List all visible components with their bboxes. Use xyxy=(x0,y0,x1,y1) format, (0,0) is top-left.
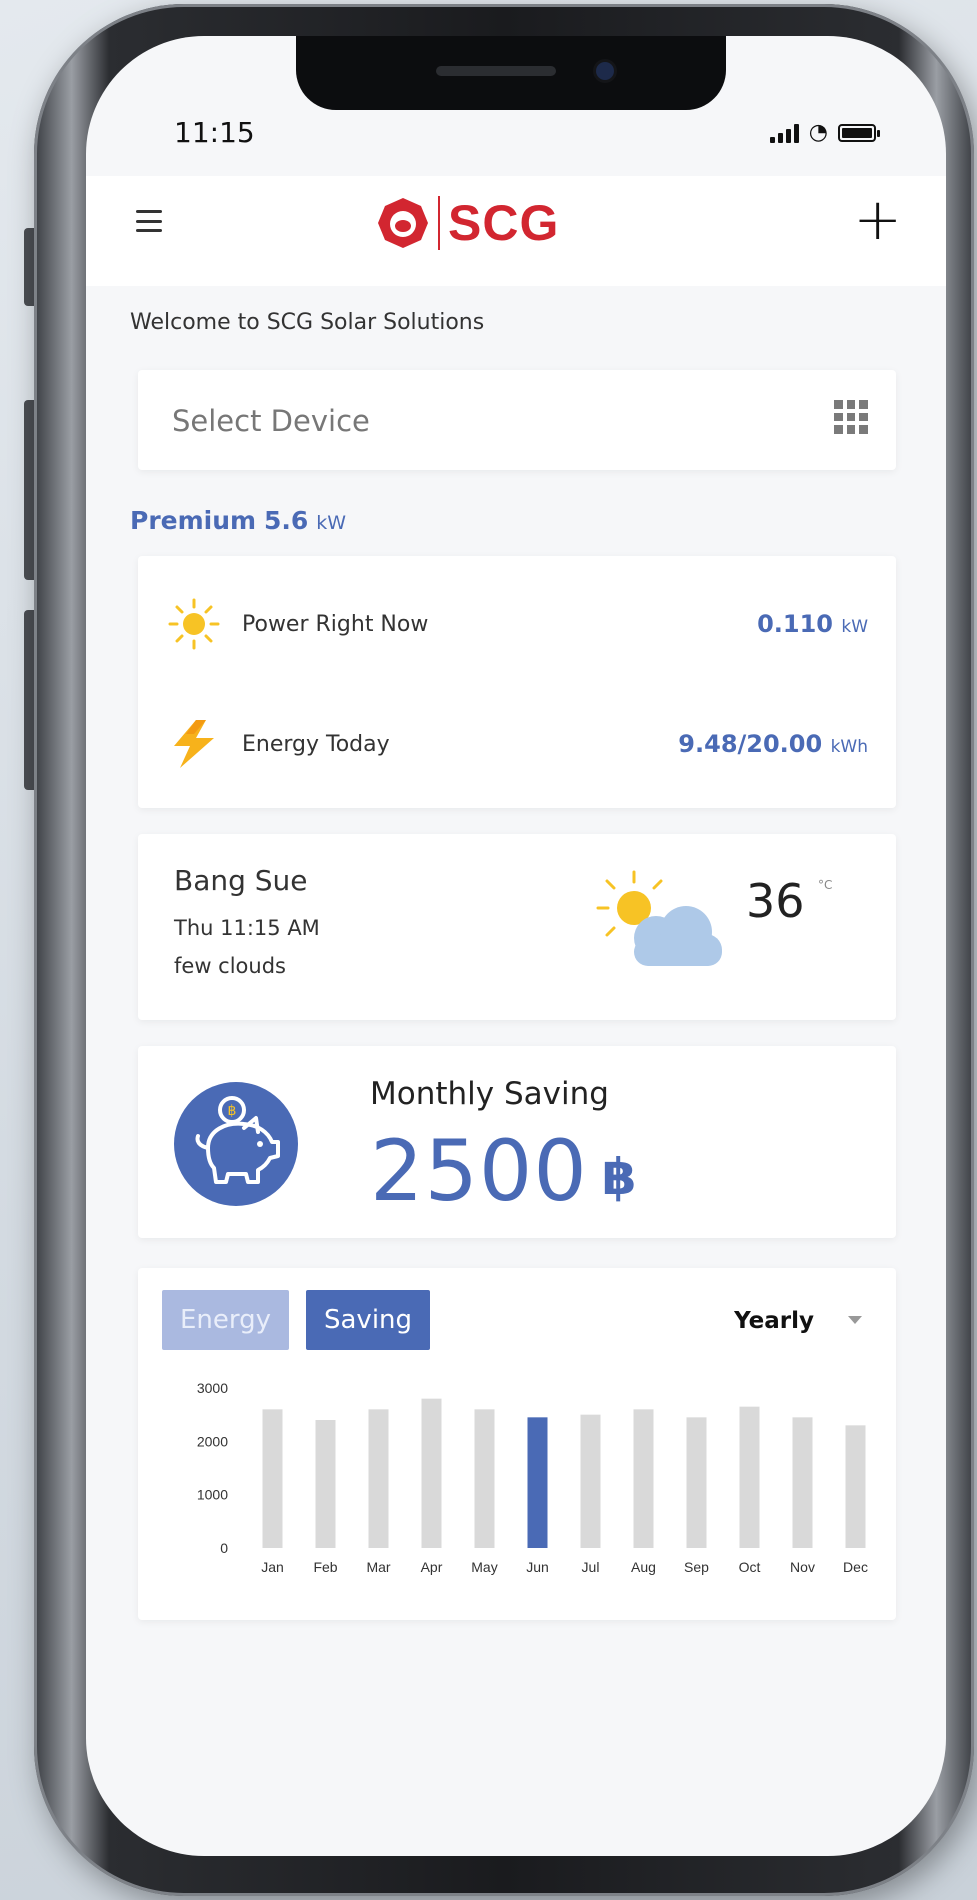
power-row: Power Right Now 0.110 kW xyxy=(166,584,868,664)
grid-icon[interactable] xyxy=(834,400,868,434)
hamburger-icon[interactable] xyxy=(136,210,162,232)
weather-temperature: 36 xyxy=(746,874,805,928)
brand-name: SCG xyxy=(448,195,560,251)
power-card: Power Right Now 0.110 kW Energy Today 9.… xyxy=(138,556,896,808)
period-dropdown[interactable]: Yearly xyxy=(734,1308,814,1334)
lightning-icon xyxy=(174,720,214,768)
x-tick-label: Nov xyxy=(790,1559,815,1575)
x-tick-label: Mar xyxy=(366,1559,390,1575)
energy-unit: kWh xyxy=(830,737,868,757)
x-tick-label: Aug xyxy=(631,1559,656,1575)
weather-card: Bang Sue Thu 11:15 AM few clouds 36 °C xyxy=(138,834,896,1020)
phone-notch xyxy=(296,36,726,110)
chart-card: Energy Saving Yearly 0 1000 2000 3000 Jan Feb… xyxy=(138,1268,896,1620)
monthly-saving-value: 2500 xyxy=(370,1122,588,1220)
bar-feb[interactable] xyxy=(315,1420,336,1548)
saving-bar-chart: 0 1000 2000 3000 Jan Feb Mar Apr May Jun Jul Aug Sep… xyxy=(197,1380,868,1575)
energy-label: Energy Today xyxy=(242,731,390,757)
bar-jan[interactable] xyxy=(262,1409,283,1548)
bar-nov[interactable] xyxy=(792,1417,813,1548)
status-icons: ◔ xyxy=(769,120,880,145)
plan-size: 5.6 xyxy=(264,506,309,535)
monthly-saving-value-group: 2500 ฿ xyxy=(370,1122,638,1220)
weather-temp-unit: °C xyxy=(818,878,833,892)
x-tick-label: Apr xyxy=(421,1559,443,1575)
x-tick-label: Oct xyxy=(739,1559,761,1575)
y-tick-label: 1000 xyxy=(197,1487,228,1503)
power-value: 0.110 xyxy=(757,610,833,638)
energy-value-group: 9.48/20.00 kWh xyxy=(678,730,868,758)
x-tick-label: Jul xyxy=(582,1559,600,1575)
monthly-saving-card: ฿ Monthly Saving 2500 ฿ xyxy=(138,1046,896,1238)
currency-symbol: ฿ xyxy=(601,1148,638,1207)
bar-aug[interactable] xyxy=(633,1409,654,1548)
y-tick-label: 3000 xyxy=(197,1380,228,1396)
status-time: 11:15 xyxy=(174,116,255,149)
plan-title: Premium 5.6 kW xyxy=(130,506,346,535)
bar-sep[interactable] xyxy=(686,1417,707,1548)
bar-jul[interactable] xyxy=(580,1414,601,1548)
piggy-bank-icon: ฿ xyxy=(174,1082,298,1206)
x-tick-label: May xyxy=(471,1559,497,1575)
wifi-icon: ◔ xyxy=(808,120,828,145)
partly-cloudy-icon xyxy=(596,870,722,966)
scg-logo-icon xyxy=(378,198,428,248)
battery-icon xyxy=(838,123,880,142)
bar-oct[interactable] xyxy=(739,1406,760,1548)
chevron-down-icon[interactable] xyxy=(848,1316,862,1324)
x-tick-label: Jun xyxy=(526,1559,549,1575)
bar-jun[interactable] xyxy=(527,1417,548,1548)
y-tick-label: 0 xyxy=(220,1540,228,1556)
x-tick-label: Jan xyxy=(261,1559,284,1575)
power-value-group: 0.110 kW xyxy=(757,610,868,638)
weather-datetime: Thu 11:15 AM xyxy=(174,916,320,940)
bar-dec[interactable] xyxy=(845,1425,866,1548)
brand-logo: SCG xyxy=(376,194,559,252)
power-unit: kW xyxy=(841,617,868,637)
select-device-field[interactable]: Select Device xyxy=(138,370,896,470)
signal-icon xyxy=(769,123,799,143)
svg-text:฿: ฿ xyxy=(228,1103,237,1119)
weather-city: Bang Sue xyxy=(174,864,308,897)
speaker-grille xyxy=(436,66,556,76)
welcome-text: Welcome to SCG Solar Solutions xyxy=(130,310,485,335)
monthly-saving-title: Monthly Saving xyxy=(370,1076,609,1112)
app-header: SCG + xyxy=(86,176,946,286)
x-tick-label: Feb xyxy=(313,1559,337,1575)
energy-row: Energy Today 9.48/20.00 kWh xyxy=(166,704,868,784)
front-camera xyxy=(596,62,614,80)
bar-may[interactable] xyxy=(474,1409,495,1548)
weather-description: few clouds xyxy=(174,954,286,978)
tab-energy[interactable]: Energy xyxy=(162,1290,290,1350)
add-button[interactable]: + xyxy=(853,190,902,248)
power-label: Power Right Now xyxy=(242,611,429,637)
y-tick-label: 2000 xyxy=(197,1433,228,1449)
logo-divider xyxy=(438,196,440,250)
x-tick-label: Dec xyxy=(843,1559,868,1575)
x-tick-label: Sep xyxy=(684,1559,709,1575)
phone-screen: 11:15 ◔ SCG + Welcome to SCG Solar Solut… xyxy=(86,36,946,1856)
energy-value: 9.48/20.00 xyxy=(678,730,823,758)
bar-mar[interactable] xyxy=(368,1409,389,1548)
sun-icon xyxy=(168,598,220,650)
plan-unit: kW xyxy=(316,512,347,534)
plan-name: Premium xyxy=(130,506,257,535)
tab-saving[interactable]: Saving xyxy=(306,1290,431,1350)
bar-apr[interactable] xyxy=(421,1398,442,1548)
select-device-placeholder: Select Device xyxy=(172,404,370,438)
